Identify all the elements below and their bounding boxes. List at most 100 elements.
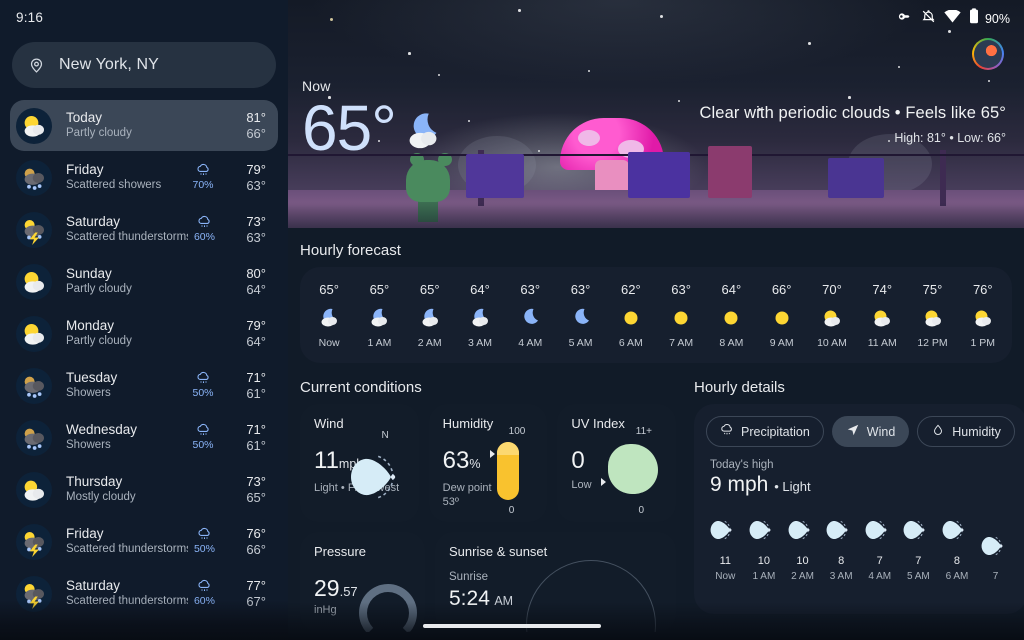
hourly-label: 3 AM	[468, 336, 492, 349]
hourly-forecast-item[interactable]: 66° 9 AM	[757, 282, 807, 349]
forecast-day-high: 73°	[246, 473, 266, 489]
current-temperature-block: Now 65°	[302, 78, 446, 160]
tab-humidity[interactable]: Humidity	[917, 416, 1015, 447]
hourly-details-item[interactable]: 7 4 AM	[860, 513, 899, 582]
pressure-value: 29	[314, 575, 340, 601]
battery-percent: 90%	[984, 11, 1010, 26]
forecast-day-high: 73°	[246, 213, 266, 229]
forecast-day-high: 79°	[246, 161, 266, 177]
wind-arrow-icon	[938, 513, 977, 547]
forecast-day-precipitation-value: 60%	[193, 595, 215, 607]
tab-precipitation[interactable]: Precipitation	[706, 416, 824, 447]
hourly-details-item[interactable]: 7	[976, 529, 1015, 582]
wind-arrow-icon	[343, 448, 413, 511]
hourly-forecast-item[interactable]: 64° 3 AM	[455, 282, 505, 349]
hourly-temp: 75°	[922, 281, 943, 297]
forecast-day-row[interactable]: Friday Scattered thunderstorms 50% 76° 66°	[10, 516, 278, 567]
forecast-day-precipitation-value: 50%	[193, 543, 215, 555]
forecast-day-precipitation: 50%	[188, 527, 221, 556]
hourly-label: 9 AM	[769, 336, 794, 349]
uv-gauge-min: 0	[638, 505, 645, 516]
forecast-day-row[interactable]: Wednesday Showers 50% 71° 61°	[10, 412, 278, 463]
hourly-forecast-item[interactable]: 63° 7 AM	[656, 282, 706, 349]
hourly-label: 8 AM	[719, 336, 744, 349]
hourly-temp: 63°	[671, 281, 691, 297]
wind-arrow-icon	[783, 513, 822, 547]
forecast-day-row[interactable]: Saturday Scattered thunderstorms 60% 73° 63°	[10, 204, 278, 255]
forecast-day-row[interactable]: Thursday Mostly cloudy 73° 65°	[10, 464, 278, 515]
forecast-day-low: 61°	[246, 385, 266, 401]
hourly-forecast-item[interactable]: 64° 8 AM	[706, 282, 756, 349]
hourly-details-value: 7	[915, 555, 922, 567]
forecast-day-row[interactable]: Tuesday Showers 50% 71° 61°	[10, 360, 278, 411]
humidity-gauge	[497, 442, 520, 500]
hourly-forecast-item[interactable]: 76° 1 PM	[958, 282, 1008, 349]
hourly-details-summary-qualifier: • Light	[774, 479, 811, 494]
wind-arrow-icon	[745, 513, 784, 547]
hourly-details-chart[interactable]: 11 Now 10 1 AM 10 2 AM 8 3 AM 7 4 AM 7 5 AM 8 6 AM 7	[706, 513, 1015, 582]
forecast-day-precipitation: 60%	[188, 215, 221, 244]
search-input[interactable]: New York, NY	[12, 42, 276, 88]
sunrise-time: 5:24	[449, 587, 490, 610]
current-conditions-title: Current conditions	[300, 379, 422, 396]
pressure-card[interactable]: Pressure 29.57 inHg	[300, 532, 425, 632]
humidity-card[interactable]: Humidity 63% Dew point 53º 100 0	[428, 404, 548, 522]
forecast-day-name: Today	[66, 110, 103, 125]
hourly-details-hour: 7	[992, 571, 999, 582]
forecast-day-low: 63°	[246, 229, 266, 245]
hourly-forecast-item[interactable]: 63° 5 AM	[555, 282, 605, 349]
hourly-forecast-item[interactable]: 63° 4 AM	[505, 282, 555, 349]
hourly-forecast-item[interactable]: 75° 12 PM	[907, 282, 957, 349]
wind-compass-north: N	[381, 430, 389, 441]
hourly-label: Now	[318, 336, 340, 349]
hourly-details-item[interactable]: 10 2 AM	[783, 513, 822, 582]
hourly-details-item[interactable]: 8 6 AM	[938, 513, 977, 582]
forecast-day-row[interactable]: Monday Partly cloudy 79° 64°	[10, 308, 278, 359]
partly-cloudy-night-icon	[405, 305, 455, 331]
uv-gauge-max: 11+	[635, 426, 653, 437]
forecast-day-row[interactable]: Saturday Scattered thunderstorms 60% 77° 67°	[10, 568, 278, 619]
hourly-details-hour: 3 AM	[829, 571, 853, 582]
gesture-nav-pill[interactable]	[423, 624, 601, 628]
hourly-forecast-item[interactable]: 70° 10 AM	[807, 282, 857, 349]
pressure-card-title: Pressure	[314, 544, 367, 559]
hourly-forecast-item[interactable]: 74° 11 AM	[857, 282, 907, 349]
hourly-temp: 63°	[520, 281, 541, 297]
forecast-day-low: 63°	[246, 177, 266, 193]
mushroom-spot	[578, 130, 600, 146]
humidity-unit: %	[469, 457, 481, 471]
forecast-day-name: Wednesday	[66, 422, 138, 437]
sunrise-sunset-card[interactable]: Sunrise & sunset Sunrise 5:24 AM	[435, 532, 676, 632]
hourly-forecast-item[interactable]: 65° Now	[304, 282, 354, 349]
hourly-details-item[interactable]: 7 5 AM	[899, 513, 938, 582]
hourly-details-item[interactable]: 10 1 AM	[745, 513, 784, 582]
forecast-day-row[interactable]: Friday Scattered showers 70% 79° 63°	[10, 152, 278, 203]
hourly-temp: 70°	[822, 281, 842, 297]
partly-cloudy-night-icon	[455, 305, 505, 331]
humidity-gauge-min: 0	[508, 505, 515, 516]
wind-card[interactable]: Wind 11mph Light • From west N	[300, 404, 419, 522]
hourly-forecast-card[interactable]: 65° Now 65° 1 AM 65° 2 AM 64° 3 AM 63° 4 AM 63° 5 A…	[300, 267, 1012, 363]
forecast-day-name: Thursday	[66, 474, 123, 489]
uv-index-card[interactable]: UV Index 0 Low 11+ 0	[557, 404, 677, 522]
hourly-details-item[interactable]: 11 Now	[706, 513, 745, 582]
tab-wind[interactable]: Wind	[831, 416, 910, 447]
star	[518, 9, 521, 12]
humidity-drop-icon	[931, 423, 945, 440]
hourly-label: 7 AM	[669, 336, 694, 349]
status-clock: 9:16	[16, 9, 44, 25]
sunny-icon	[606, 305, 656, 331]
forecast-day-precipitation-value: 50%	[192, 439, 214, 451]
hourly-forecast-item[interactable]: 65° 2 AM	[405, 282, 455, 349]
sunny-icon	[656, 305, 706, 331]
uv-gauge-marker	[601, 478, 607, 486]
uv-gauge	[608, 444, 659, 494]
hourly-details-column: Hourly details Precipitation Wind Humidi…	[688, 365, 1024, 632]
hourly-forecast-item[interactable]: 62° 6 AM	[606, 282, 656, 349]
forecast-day-row[interactable]: Today Partly cloudy 81° 66°	[10, 100, 278, 151]
hourly-forecast-item[interactable]: 65° 1 AM	[354, 282, 404, 349]
hourly-details-item[interactable]: 8 3 AM	[822, 513, 861, 582]
avatar[interactable]	[972, 38, 1004, 70]
forecast-day-row[interactable]: Sunday Partly cloudy 80° 64°	[10, 256, 278, 307]
humidity-gauge-marker	[490, 450, 496, 458]
